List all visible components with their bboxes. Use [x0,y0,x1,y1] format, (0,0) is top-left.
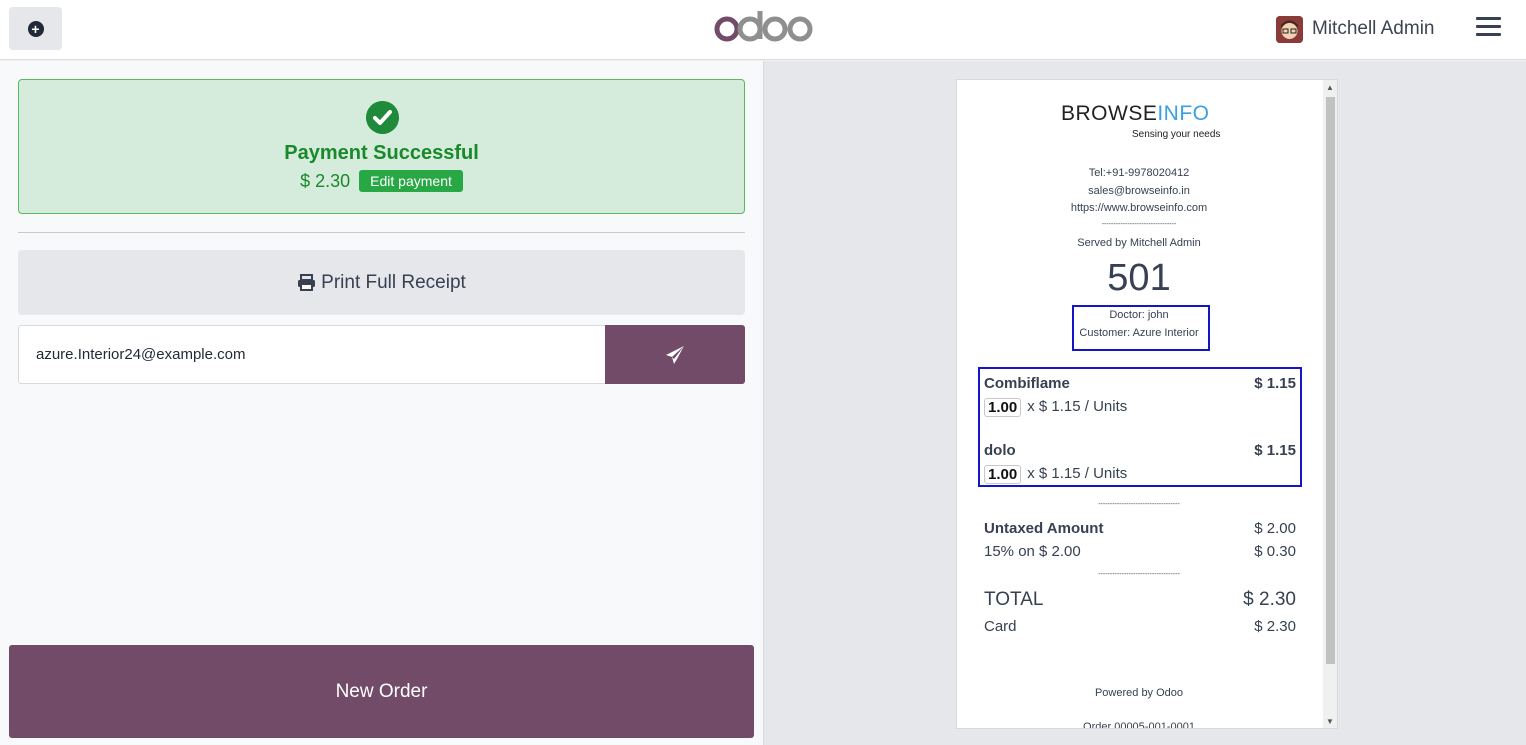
print-receipt-button[interactable]: Print Full Receipt [18,250,745,315]
line-product-name: Combiflame [984,375,1070,392]
email-receipt-form [18,325,745,384]
receipt-line-detail: 1.00 x $ 1.15 / Units [984,465,1296,484]
user-menu[interactable]: Mitchell Admin [1276,14,1435,44]
receipt-separator: ----------------------------------- [1098,571,1180,578]
line-unit-price: x $ 1.15 / Units [1027,398,1128,415]
receipt-phone: Tel:+91-9978020412 [1088,167,1190,179]
receipt-customer: Customer: Azure Interior [1079,327,1199,339]
scroll-down-arrow-icon[interactable]: ▼ [1325,717,1335,727]
receipt-tax-row: 15% on $ 2.00 $ 0.30 [984,543,1296,560]
receipt-separator: ----------------------------------- [1098,501,1180,508]
payment-method-label: Card [984,618,1017,635]
user-name: Mitchell Admin [1312,18,1435,39]
receipt-order-number: 501 [1107,257,1171,299]
tax-value: $ 0.30 [1254,543,1296,560]
line-product-name: dolo [984,442,1016,459]
line-quantity: 1.00 [984,465,1022,484]
receipt-panel: BROWSEINFO Sensing your needs Tel:+91-99… [763,61,1526,745]
receipt-untaxed-row: Untaxed Amount $ 2.00 [984,520,1296,537]
odoo-logo [714,11,813,42]
line-total: $ 1.15 [1254,442,1296,459]
receipt-total-row: TOTAL $ 2.30 [984,589,1296,611]
edit-payment-button[interactable]: Edit payment [359,170,463,192]
line-unit-price: x $ 1.15 / Units [1027,465,1128,482]
receipt-email: sales@browseinfo.in [1088,185,1190,197]
receipt-website: https://www.browseinfo.com [1070,202,1208,214]
receipt-served-by: Served by Mitchell Admin [1077,237,1201,249]
send-email-button[interactable] [605,325,745,384]
payment-success-title: Payment Successful [284,142,479,164]
payment-panel: Payment Successful $ 2.30 Edit payment P… [0,61,763,745]
payment-method-value: $ 2.30 [1254,618,1296,635]
untaxed-value: $ 2.00 [1254,520,1296,537]
user-avatar [1276,15,1303,43]
hamburger-menu-icon[interactable] [1476,17,1501,39]
receipt-separator: -------------------------------- [1101,221,1177,228]
receipt-line: Combiflame $ 1.15 [984,375,1296,392]
plus-icon: + [27,20,44,37]
top-bar: + Mitchell Admin [0,0,1526,60]
receipt-company-logo: BROWSEINFO [1061,102,1210,125]
print-receipt-label: Print Full Receipt [321,271,466,293]
scrollbar-thumb[interactable] [1326,97,1335,664]
receipt-line: dolo $ 1.15 [984,442,1296,459]
receipt-scrollbar[interactable]: ▲ ▼ [1323,80,1337,728]
checkmark-icon [366,101,399,134]
total-label: TOTAL [984,589,1044,610]
receipt-tagline: Sensing your needs [1132,129,1221,140]
receipt-payment-row: Card $ 2.30 [984,618,1296,635]
printer-icon [298,274,316,291]
receipt-powered-by: Powered by Odoo [1094,687,1184,699]
divider [18,232,745,233]
receipt-preview[interactable]: BROWSEINFO Sensing your needs Tel:+91-99… [956,79,1338,729]
line-quantity: 1.00 [984,398,1022,417]
receipt-doctor: Doctor: john [1109,309,1169,321]
receipt-order-ref: Order 00005-001-0001 [1083,721,1195,729]
untaxed-label: Untaxed Amount [984,520,1104,537]
line-total: $ 1.15 [1254,375,1296,392]
payment-success-box: Payment Successful $ 2.30 Edit payment [18,79,745,214]
tax-label: 15% on $ 2.00 [984,543,1081,560]
receipt-line-detail: 1.00 x $ 1.15 / Units [984,398,1296,417]
paper-plane-icon [666,345,684,364]
new-tab-button[interactable]: + [9,7,62,50]
total-value: $ 2.30 [1243,589,1296,610]
new-order-button[interactable]: New Order [9,645,754,738]
scroll-up-arrow-icon[interactable]: ▲ [1325,83,1335,93]
payment-amount: $ 2.30 [300,170,351,191]
email-input[interactable] [18,325,605,384]
